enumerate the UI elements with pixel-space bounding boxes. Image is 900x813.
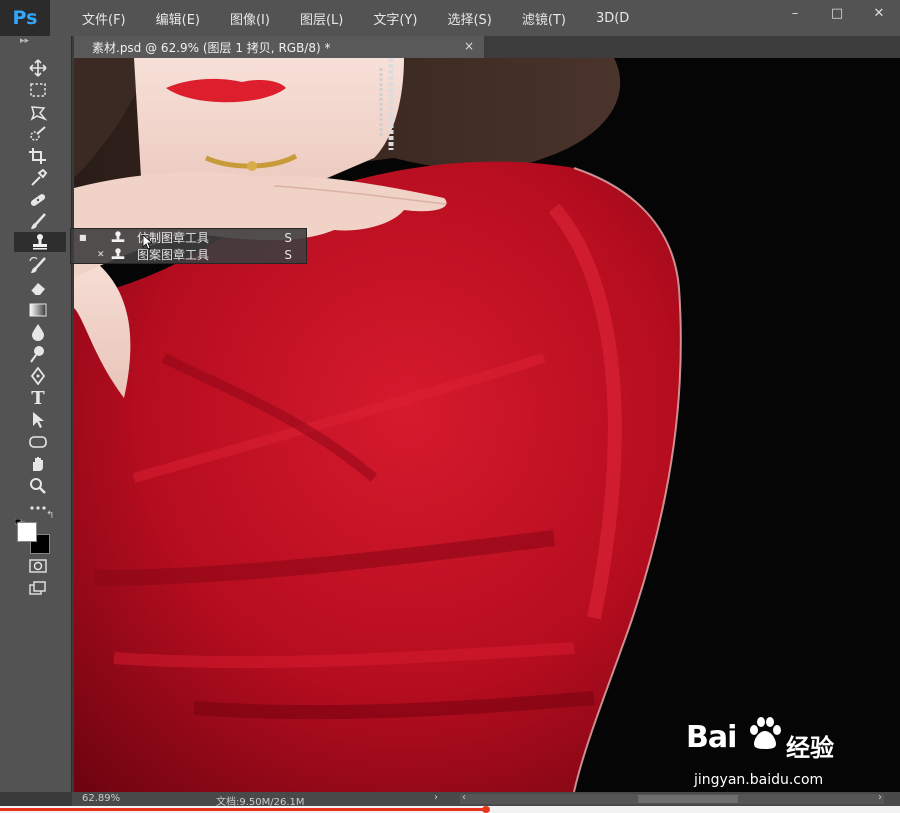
pattern-stamp-shortcut: S: [284, 247, 292, 262]
foreground-color-swatch[interactable]: [17, 522, 37, 542]
close-button[interactable]: ✕: [858, 0, 900, 26]
eraser-tool-icon[interactable]: [22, 278, 54, 298]
document-tab-title: 素材.psd @ 62.9% (图层 1 拷贝, RGB/8) *: [92, 40, 331, 55]
mouse-cursor-icon: [142, 234, 154, 250]
healing-brush-tool-icon[interactable]: [22, 190, 54, 210]
quick-select-tool-icon[interactable]: [22, 124, 54, 144]
menu-edit[interactable]: 编辑(E): [156, 9, 200, 28]
move-tool-icon[interactable]: [22, 58, 54, 78]
scroll-right-icon[interactable]: ›: [878, 792, 882, 803]
document-canvas[interactable]: [74, 58, 900, 792]
clone-stamp-shortcut: S: [284, 230, 292, 245]
menu-bar: Ps 文件(F) 编辑(E) 图像(I) 图层(L) 文字(Y) 选择(S) 滤…: [0, 0, 900, 36]
canvas-image: [74, 58, 900, 792]
menu-file[interactable]: 文件(F): [82, 9, 126, 28]
zoom-tool-icon[interactable]: [22, 476, 54, 496]
pattern-stamp-menu-item[interactable]: ✕ 图案图章工具 S: [71, 246, 306, 263]
maximize-button[interactable]: □: [816, 0, 858, 26]
stamp-tool-flyout-menu: ■ 仿制图章工具 S ✕ 图案图章工具 S: [70, 228, 307, 264]
lasso-tool-icon[interactable]: [22, 102, 54, 122]
zoom-level[interactable]: 62.89%: [82, 793, 120, 804]
brush-tool-icon[interactable]: [22, 212, 54, 232]
gradient-tool-icon[interactable]: [22, 300, 54, 320]
pen-tool-icon[interactable]: [22, 366, 54, 386]
screen-mode-icon[interactable]: [22, 578, 54, 598]
swap-colors-icon[interactable]: ↰: [46, 510, 54, 521]
pattern-marker-icon: ✕: [97, 249, 105, 260]
video-progress-fill: [0, 808, 486, 811]
pattern-stamp-icon: [111, 248, 125, 259]
marquee-tool-icon[interactable]: [22, 80, 54, 100]
photoshop-logo: Ps: [0, 0, 50, 36]
clone-stamp-menu-item[interactable]: ■ 仿制图章工具 S: [71, 229, 306, 246]
window-controls: – □ ✕: [774, 0, 900, 36]
history-brush-tool-icon[interactable]: [22, 256, 54, 276]
menu-select[interactable]: 选择(S): [447, 9, 491, 28]
menu-layer[interactable]: 图层(L): [300, 9, 343, 28]
minimize-button[interactable]: –: [774, 0, 816, 26]
panel-collapse-icon[interactable]: ▸▸: [20, 36, 29, 46]
default-colors-icon[interactable]: [14, 512, 26, 528]
active-bullet-icon: ■: [79, 233, 87, 242]
shape-tool-icon[interactable]: [22, 432, 54, 452]
eyedropper-tool-icon[interactable]: [22, 168, 54, 188]
crop-tool-icon[interactable]: [22, 146, 54, 166]
menu-3d[interactable]: 3D(D: [596, 11, 629, 26]
clone-stamp-tool-icon[interactable]: [14, 232, 66, 252]
watermark-brand: Bai: [686, 720, 737, 755]
tab-close-icon[interactable]: ×: [464, 39, 474, 53]
watermark-url: jingyan.baidu.com: [694, 772, 824, 788]
document-tab-bar: 素材.psd @ 62.9% (图层 1 拷贝, RGB/8) * ×: [72, 36, 900, 58]
menu-type[interactable]: 文字(Y): [373, 9, 417, 28]
tools-panel: ▸▸ T ↰: [0, 36, 72, 792]
video-progress-bar[interactable]: [0, 806, 900, 813]
scroll-left-icon[interactable]: ‹: [462, 792, 466, 803]
blur-tool-icon[interactable]: [22, 322, 54, 342]
clone-stamp-icon: [111, 231, 125, 242]
hand-tool-icon[interactable]: [22, 454, 54, 474]
baidu-jingyan-watermark: Bai 经验 jingyan.baidu.com: [686, 716, 866, 796]
scrollbar-thumb[interactable]: [638, 795, 738, 803]
status-menu-arrow-icon[interactable]: ›: [434, 792, 438, 803]
type-tool-icon[interactable]: T: [22, 388, 54, 409]
dodge-tool-icon[interactable]: [22, 344, 54, 364]
baidu-paw-icon: [750, 717, 781, 749]
menu-image[interactable]: 图像(I): [230, 9, 270, 28]
watermark-suffix: 经验: [786, 734, 834, 762]
quick-mask-icon[interactable]: [22, 556, 54, 576]
path-select-tool-icon[interactable]: [22, 410, 54, 430]
menu-filter[interactable]: 滤镜(T): [522, 9, 566, 28]
video-progress-knob[interactable]: [482, 806, 490, 813]
document-tab[interactable]: 素材.psd @ 62.9% (图层 1 拷贝, RGB/8) * ×: [74, 36, 484, 58]
